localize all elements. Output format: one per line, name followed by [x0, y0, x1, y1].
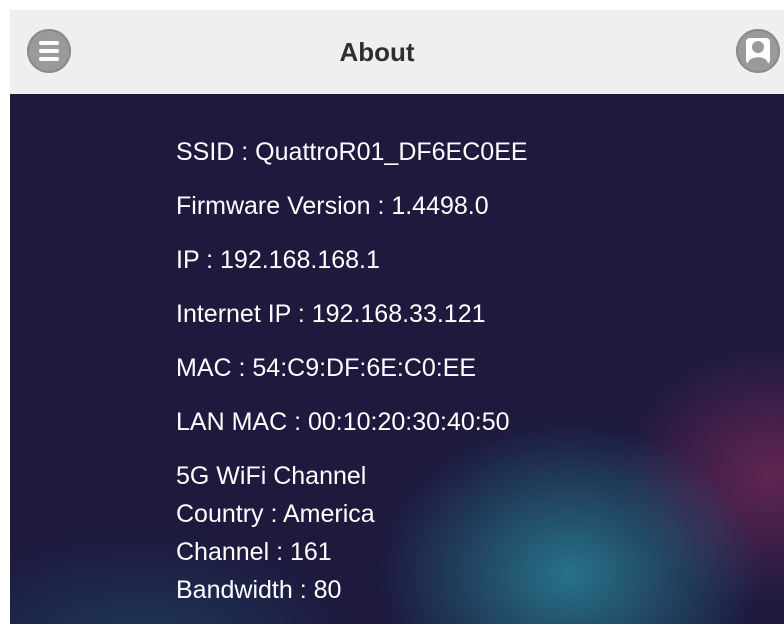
ssid-text: SSID : QuattroR01_DF6EC0EE: [176, 138, 528, 166]
user-icon: [746, 38, 770, 64]
header-bar: About: [10, 10, 784, 94]
lan-mac-text: LAN MAC : 00:10:20:30:40:50: [176, 408, 510, 436]
internet-ip-text: Internet IP : 192.168.33.121: [176, 300, 486, 328]
page-title: About: [339, 37, 415, 67]
wifi-channel-heading: 5G WiFi Channel: [176, 462, 367, 490]
mac-text: MAC : 54:C9:DF:6E:C0:EE: [176, 354, 477, 382]
country-text: Country : America: [176, 500, 375, 528]
ip-text: IP : 192.168.168.1: [176, 246, 380, 274]
firmware-text: Firmware Version : 1.4498.0: [176, 192, 489, 220]
app-frame: About SSID : QuattroR01_DF6EC0EE Firmwar…: [10, 10, 784, 624]
user-button[interactable]: [736, 29, 780, 73]
channel-text: Channel : 161: [176, 538, 332, 566]
bandwidth-text: Bandwidth : 80: [176, 576, 342, 604]
about-content: SSID : QuattroR01_DF6EC0EE Firmware Vers…: [10, 94, 784, 624]
